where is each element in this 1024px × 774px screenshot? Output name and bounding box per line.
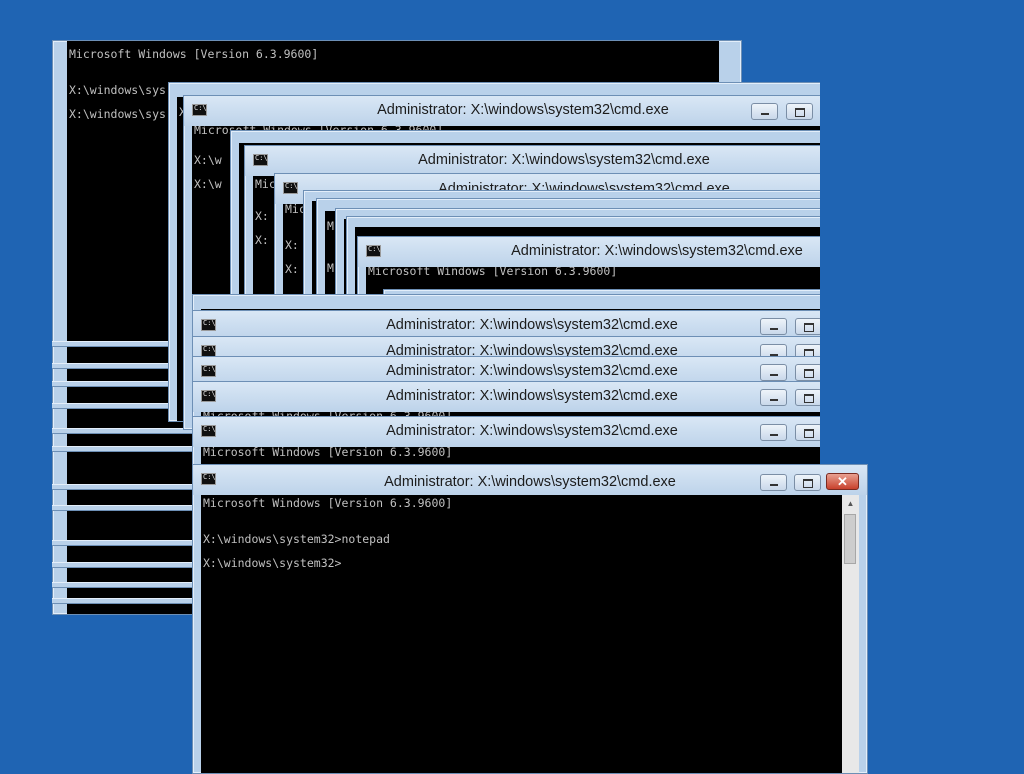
console-line: X: — [255, 209, 269, 223]
scrollbar-thumb[interactable] — [844, 514, 856, 564]
window-title: Administrator: X:\windows\system32\cmd.e… — [386, 363, 678, 379]
window-remnant-stripe — [52, 428, 192, 434]
window-remnant-stripe — [52, 562, 192, 568]
window-remnant-stripe — [52, 341, 168, 347]
window-remnant-stripe — [52, 484, 192, 490]
scroll-up-arrow-icon[interactable]: ▲ — [842, 495, 859, 512]
maximize-button[interactable] — [795, 318, 820, 335]
window-title: Administrator: X:\windows\system32\cmd.e… — [511, 243, 803, 259]
console-command-line: X:\windows\system32>notepad — [203, 532, 390, 546]
resize-cursor-icon: ⇕ — [533, 447, 549, 467]
console-line: M — [327, 219, 334, 233]
console-line: Microsoft Windows [Version 6.3.9600] — [368, 267, 618, 278]
title-bar[interactable]: Administrator: X:\windows\system32\cmd.e… — [193, 465, 867, 495]
window-remnant-stripe — [52, 403, 168, 409]
minimize-button[interactable] — [760, 318, 787, 335]
console-line: Microsoft Windows [Version 6.3.9600] — [69, 47, 319, 61]
console-line: X: — [285, 262, 299, 276]
title-bar[interactable]: Administrator: X:\windows\system32\cmd.e… — [358, 237, 820, 267]
maximize-button[interactable] — [795, 389, 820, 406]
window-title: Administrator: X:\windows\system32\cmd.e… — [386, 423, 678, 439]
title-bar[interactable]: Administrator: X:\windows\system32\cmd.e… — [193, 382, 820, 412]
console-line: X: — [285, 238, 299, 252]
console-line: X: — [255, 233, 269, 247]
minimize-button[interactable] — [760, 424, 787, 441]
console-area[interactable]: Microsoft Windows [Version 6.3.9600] X:\… — [201, 495, 859, 773]
maximize-button[interactable] — [795, 424, 820, 441]
window-title: Administrator: X:\windows\system32\cmd.e… — [386, 388, 678, 404]
window-remnant-stripe — [52, 446, 192, 452]
window-remnant-stripe — [52, 363, 168, 369]
console-line: M — [327, 261, 334, 275]
window-remnant-stripe — [52, 505, 192, 511]
title-bar[interactable]: Administrator: X:\windows\system32\cmd.e… — [193, 417, 820, 447]
window-title: Administrator: X:\windows\system32\cmd.e… — [377, 102, 669, 118]
console-line: X:\windows\sys — [69, 107, 166, 121]
vertical-scrollbar[interactable]: ▲ — [842, 495, 859, 773]
console-line: X:\windows\sys — [69, 83, 166, 97]
window-title: Administrator: X:\windows\system32\cmd.e… — [386, 317, 678, 333]
cmd-window-active[interactable]: Administrator: X:\windows\system32\cmd.e… — [192, 464, 868, 774]
window-remnant-stripe — [52, 582, 192, 588]
console-version-line: Microsoft Windows [Version 6.3.9600] — [203, 496, 453, 510]
console-line: Microsoft Windows [Version 6.3.9600] — [203, 447, 453, 459]
console-line: X:\w — [194, 153, 222, 167]
window-title: Administrator: X:\windows\system32\cmd.e… — [418, 152, 710, 168]
window-remnant-stripe — [52, 381, 168, 387]
close-button[interactable]: ✕ — [826, 473, 859, 490]
console-line: X:\w — [194, 177, 222, 191]
console-line: Mic — [255, 177, 276, 191]
window-remnant-stripe — [52, 598, 192, 604]
minimize-button[interactable] — [751, 103, 778, 120]
title-bar[interactable]: Administrator: X:\windows\system32\cmd.e… — [184, 96, 820, 126]
maximize-button[interactable] — [795, 364, 820, 381]
maximize-button[interactable] — [794, 474, 821, 491]
console-prompt-line: X:\windows\system32> — [203, 556, 342, 570]
minimize-button[interactable] — [760, 389, 787, 406]
window-remnant-stripe — [52, 540, 192, 546]
minimize-button[interactable] — [760, 364, 787, 381]
title-bar[interactable]: Administrator: X:\windows\system32\cmd.e… — [245, 146, 820, 176]
maximize-button[interactable] — [786, 103, 813, 120]
minimize-button[interactable] — [760, 474, 787, 491]
